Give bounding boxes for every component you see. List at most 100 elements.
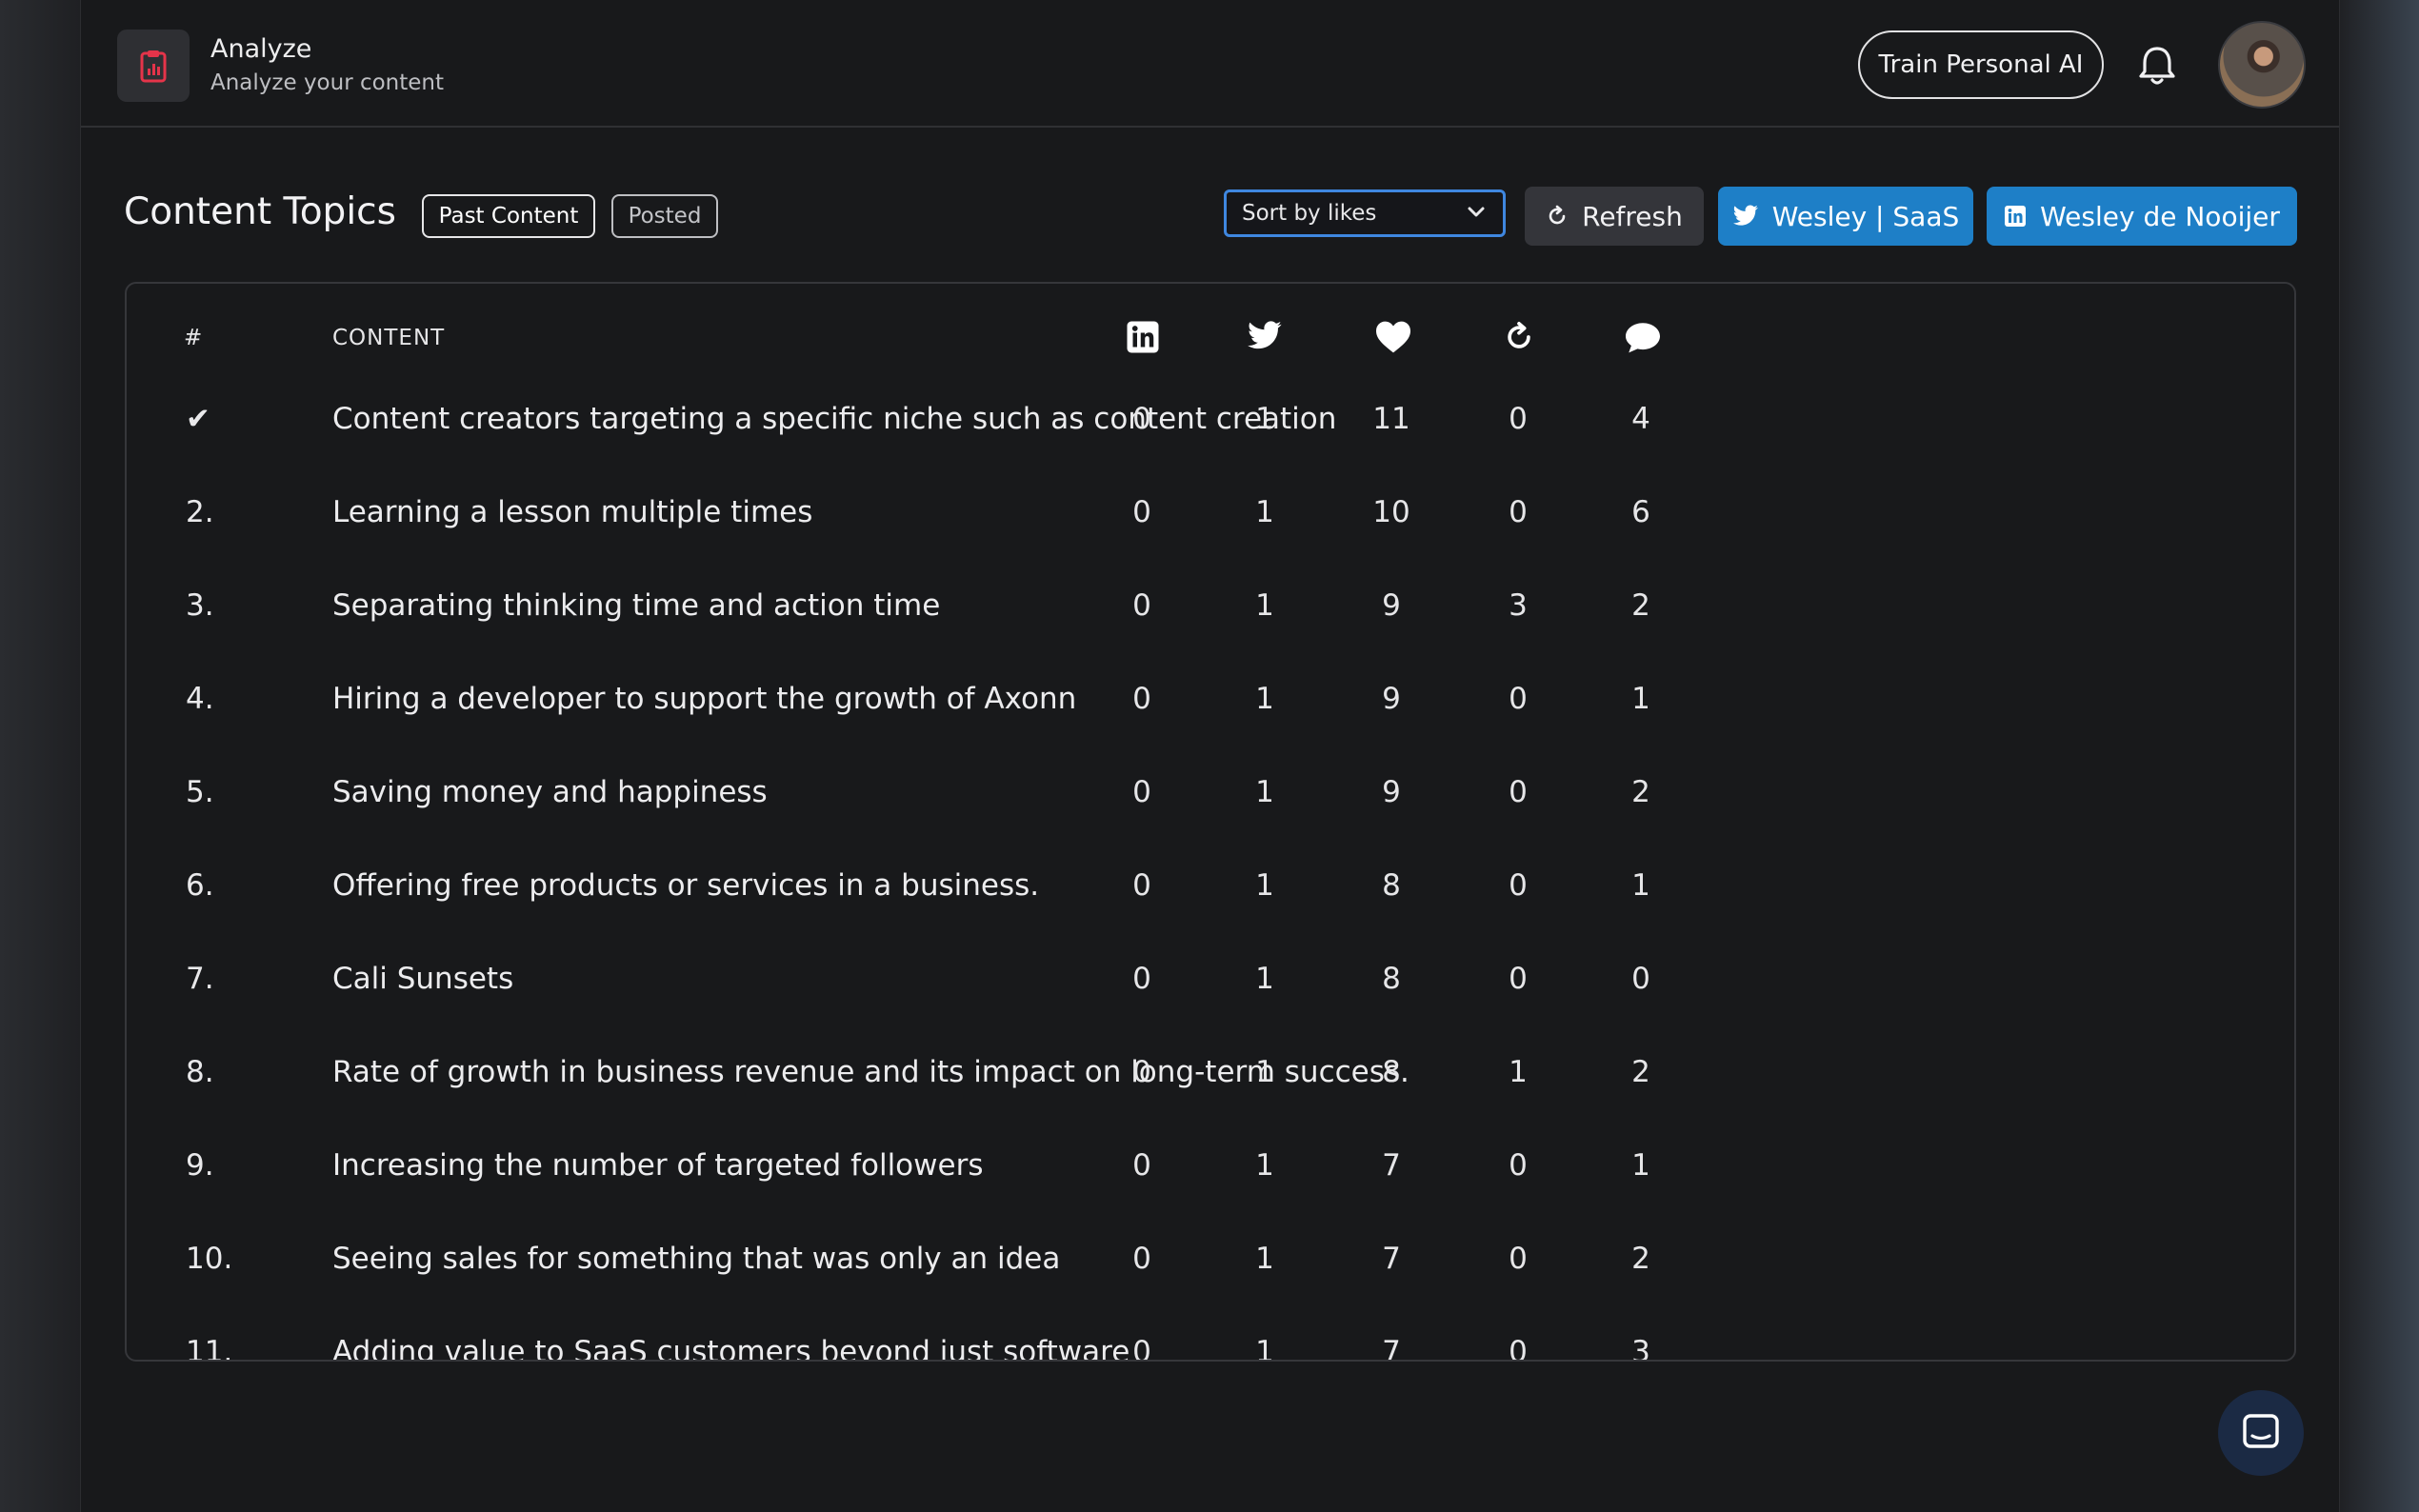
- linkedin-count: 0: [1132, 682, 1151, 716]
- table-row[interactable]: 7. Cali Sunsets 0 1 8 0 0: [127, 943, 2294, 1036]
- table-row[interactable]: 10. Seeing sales for something that was …: [127, 1223, 2294, 1316]
- linkedin-count: 0: [1132, 1055, 1151, 1089]
- row-number: 5.: [186, 775, 214, 809]
- likes-count: 10: [1372, 495, 1410, 529]
- row-content: Hiring a developer to support the growth…: [332, 682, 1077, 716]
- row-content: Adding value to SaaS customers beyond ju…: [332, 1335, 1130, 1362]
- twitter-count: 1: [1255, 682, 1274, 716]
- comments-count: 2: [1631, 775, 1650, 809]
- linkedin-count: 0: [1132, 1242, 1151, 1276]
- row-number: 8.: [186, 1055, 214, 1089]
- row-content: Separating thinking time and action time: [332, 588, 941, 623]
- user-avatar[interactable]: [2218, 21, 2306, 109]
- twitter-icon: [1732, 205, 1758, 226]
- row-content: Content creators targeting a specific ni…: [332, 402, 1337, 436]
- twitter-count: 1: [1255, 1055, 1274, 1089]
- twitter-count: 1: [1255, 1242, 1274, 1276]
- row-content: Learning a lesson multiple times: [332, 495, 813, 529]
- reposts-count: 0: [1509, 495, 1528, 529]
- table-row[interactable]: 11. Adding value to SaaS customers beyon…: [127, 1316, 2294, 1362]
- twitter-count: 1: [1255, 1148, 1274, 1183]
- content-topics-table: # CONTENT ✔ Content creators targeting a…: [125, 282, 2296, 1362]
- comments-count: 3: [1631, 1335, 1650, 1362]
- heart-icon: [1376, 321, 1410, 353]
- linkedin-count: 0: [1132, 775, 1151, 809]
- row-content: Seeing sales for something that was only…: [332, 1242, 1061, 1276]
- bell-icon[interactable]: [2136, 44, 2178, 88]
- comments-count: 0: [1631, 962, 1650, 996]
- reposts-count: 0: [1509, 775, 1528, 809]
- likes-count: 9: [1382, 775, 1401, 809]
- sort-select[interactable]: Sort by likes: [1224, 189, 1506, 237]
- table-row[interactable]: 9. Increasing the number of targeted fol…: [127, 1129, 2294, 1223]
- reposts-count: 0: [1509, 1335, 1528, 1362]
- comments-count: 2: [1631, 1055, 1650, 1089]
- table-row[interactable]: 6. Offering free products or services in…: [127, 849, 2294, 943]
- linkedin-count: 0: [1132, 402, 1151, 436]
- reposts-count: 0: [1509, 1242, 1528, 1276]
- row-number: 4.: [186, 682, 214, 716]
- linkedin-count: 0: [1132, 588, 1151, 623]
- sort-select-value: Sort by likes: [1242, 201, 1377, 226]
- linkedin-account-button[interactable]: Wesley de Nooijer: [1987, 187, 2297, 246]
- row-number: 3.: [186, 588, 214, 623]
- comment-icon: [1626, 323, 1660, 353]
- comments-count: 6: [1631, 495, 1650, 529]
- app-window: Analyze Analyze your content Train Perso…: [80, 0, 2340, 1512]
- reposts-count: 3: [1509, 588, 1528, 623]
- row-number: 6.: [186, 868, 214, 903]
- filter-past-content[interactable]: Past Content: [422, 194, 595, 238]
- twitter-icon: [1248, 321, 1282, 349]
- refresh-label: Refresh: [1582, 200, 1683, 232]
- twitter-count: 1: [1255, 775, 1274, 809]
- linkedin-icon: [1127, 321, 1159, 353]
- twitter-count: 1: [1255, 588, 1274, 623]
- twitter-count: 1: [1255, 1335, 1274, 1362]
- twitter-count: 1: [1255, 495, 1274, 529]
- likes-count: 8: [1382, 962, 1401, 996]
- row-number: 10.: [186, 1242, 233, 1276]
- column-header-content: CONTENT: [332, 326, 446, 350]
- clipboard-chart-icon: [140, 50, 167, 83]
- row-number: 9.: [186, 1148, 214, 1183]
- likes-count: 7: [1382, 1335, 1401, 1362]
- row-number: 2.: [186, 495, 214, 529]
- twitter-account-button[interactable]: Wesley | SaaS: [1718, 187, 1973, 246]
- row-number: 11.: [186, 1335, 233, 1362]
- table-row[interactable]: 2. Learning a lesson multiple times 0 1 …: [127, 476, 2294, 569]
- train-personal-ai-button[interactable]: Train Personal AI: [1858, 30, 2104, 99]
- table-row[interactable]: ✔ Content creators targeting a specific …: [127, 383, 2294, 476]
- linkedin-account-label: Wesley de Nooijer: [2040, 200, 2280, 232]
- page-title: Analyze: [210, 34, 312, 64]
- reposts-count: 0: [1509, 682, 1528, 716]
- table-row[interactable]: 4. Hiring a developer to support the gro…: [127, 663, 2294, 756]
- likes-count: 9: [1382, 682, 1401, 716]
- table-row[interactable]: 5. Saving money and happiness 0 1 9 0 2: [127, 756, 2294, 849]
- chat-launcher-button[interactable]: [2218, 1390, 2304, 1476]
- twitter-count: 1: [1255, 868, 1274, 903]
- row-content: Saving money and happiness: [332, 775, 768, 809]
- filter-posted[interactable]: Posted: [611, 194, 718, 238]
- table-row[interactable]: 8. Rate of growth in business revenue an…: [127, 1036, 2294, 1129]
- reposts-count: 0: [1509, 402, 1528, 436]
- linkedin-count: 0: [1132, 868, 1151, 903]
- column-header-number: #: [184, 326, 204, 350]
- row-content: Offering free products or services in a …: [332, 868, 1040, 903]
- twitter-count: 1: [1255, 962, 1274, 996]
- row-content: Increasing the number of targeted follow…: [332, 1148, 984, 1183]
- refresh-button[interactable]: Refresh: [1525, 187, 1704, 246]
- comments-count: 1: [1631, 1148, 1650, 1183]
- likes-count: 8: [1382, 1055, 1401, 1089]
- linkedin-count: 0: [1132, 962, 1151, 996]
- reposts-count: 0: [1509, 962, 1528, 996]
- row-number: 7.: [186, 962, 214, 996]
- top-header: Analyze Analyze your content Train Perso…: [81, 0, 2339, 128]
- linkedin-count: 0: [1132, 495, 1151, 529]
- likes-count: 7: [1382, 1242, 1401, 1276]
- twitter-count: 1: [1255, 402, 1274, 436]
- comments-count: 1: [1631, 682, 1650, 716]
- table-row[interactable]: 3. Separating thinking time and action t…: [127, 569, 2294, 663]
- linkedin-count: 0: [1132, 1335, 1151, 1362]
- row-number: ✔: [186, 402, 210, 436]
- comments-count: 2: [1631, 1242, 1650, 1276]
